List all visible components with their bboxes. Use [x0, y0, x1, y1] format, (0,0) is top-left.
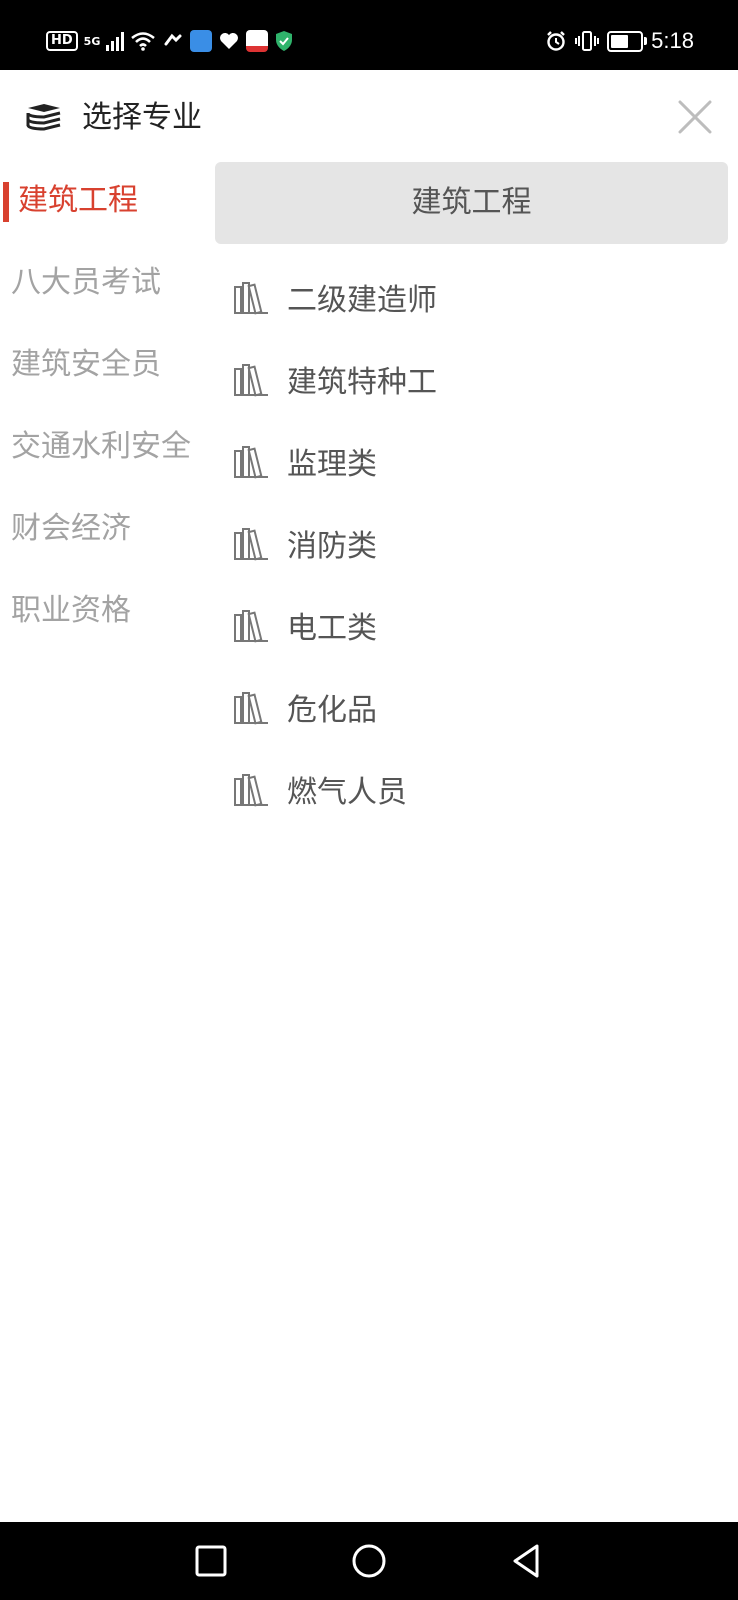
- books-icon: [234, 610, 268, 643]
- item-label: 消防类: [287, 529, 377, 564]
- status-right: 5:18: [545, 26, 694, 56]
- list-item[interactable]: 建筑特种工: [215, 338, 728, 420]
- subcategory-panel: 建筑工程 二级建造师 建筑特种工 监理类 消防类 电工类 危化品 燃气人员: [215, 162, 728, 830]
- item-label: 燃气人员: [287, 775, 407, 810]
- wifi-icon: [131, 32, 156, 51]
- item-label: 危化品: [287, 693, 377, 728]
- close-icon[interactable]: [672, 94, 718, 140]
- books-icon: [234, 774, 268, 807]
- item-label: 二级建造师: [287, 283, 437, 318]
- category-traffic-water-safety[interactable]: 交通水利安全: [0, 406, 212, 488]
- books-icon: [234, 528, 268, 561]
- section-title: 建筑工程: [215, 162, 728, 244]
- status-bar: HD 5G 5:18: [0, 0, 738, 70]
- list-item[interactable]: 危化品: [215, 666, 728, 748]
- item-label: 电工类: [287, 611, 377, 646]
- category-finance-economics[interactable]: 财会经济: [0, 488, 212, 570]
- category-professional-qualification[interactable]: 职业资格: [0, 570, 212, 652]
- category-construction-engineering[interactable]: 建筑工程: [0, 160, 212, 242]
- category-label: 交通水利安全: [11, 429, 191, 464]
- books-icon: [234, 692, 268, 725]
- subcategory-list: 二级建造师 建筑特种工 监理类 消防类 电工类 危化品 燃气人员: [215, 256, 728, 830]
- list-item[interactable]: 二级建造师: [215, 256, 728, 338]
- category-label: 建筑工程: [18, 183, 138, 218]
- list-item[interactable]: 燃气人员: [215, 748, 728, 830]
- item-label: 建筑特种工: [287, 365, 437, 400]
- category-sidebar: 建筑工程 八大员考试 建筑安全员 交通水利安全 财会经济 职业资格: [0, 160, 212, 652]
- books-icon: [234, 446, 268, 479]
- hd-indicator: HD: [46, 31, 78, 51]
- battery-icon: [607, 30, 648, 52]
- link-app-icon: [164, 33, 182, 46]
- category-label: 职业资格: [11, 593, 131, 628]
- clock-time: 5:18: [651, 28, 694, 53]
- battery-level: [611, 34, 628, 48]
- item-label: 监理类: [287, 447, 377, 482]
- shield-icon: [276, 31, 293, 51]
- books-icon: [234, 364, 268, 397]
- alarm-icon: [547, 31, 566, 51]
- back-button[interactable]: [507, 1541, 547, 1581]
- list-item[interactable]: 消防类: [215, 502, 728, 584]
- signal-icon: [106, 31, 125, 51]
- page-title: 选择专业: [82, 100, 202, 135]
- books-stack-icon: [26, 104, 61, 131]
- category-label: 财会经济: [11, 511, 131, 546]
- list-item[interactable]: 电工类: [215, 584, 728, 666]
- category-eight-staff-exam[interactable]: 八大员考试: [0, 242, 212, 324]
- books-icon: [234, 282, 268, 315]
- navigation-bar: [0, 1522, 738, 1600]
- home-button[interactable]: [349, 1541, 389, 1581]
- category-label: 建筑安全员: [11, 347, 161, 382]
- category-construction-safety-officer[interactable]: 建筑安全员: [0, 324, 212, 406]
- list-item[interactable]: 监理类: [215, 420, 728, 502]
- recents-button[interactable]: [191, 1541, 231, 1581]
- vibrate-icon: [575, 31, 600, 51]
- app-notification-icon: [190, 30, 213, 52]
- status-left: HD 5G: [46, 26, 294, 56]
- network-type: 5G: [83, 34, 101, 48]
- dialog-header: 选择专业: [0, 70, 738, 160]
- category-label: 八大员考试: [11, 265, 161, 300]
- heart-app-icon: [220, 33, 239, 49]
- news-app-icon: [246, 30, 269, 52]
